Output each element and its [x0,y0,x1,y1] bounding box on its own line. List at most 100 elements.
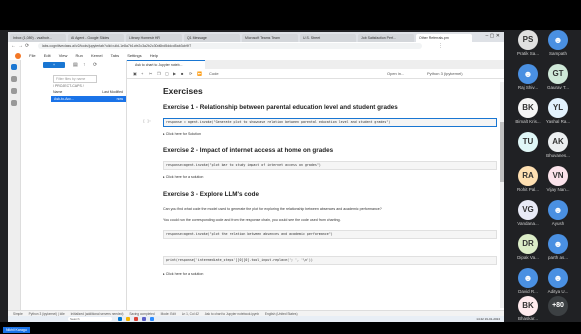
menu-run[interactable]: Run [75,53,82,58]
menu-file[interactable]: File [29,53,35,58]
participants-panel: PS Pratik Sa... ☻ Sampath ☻ Raj Shiv... … [510,30,581,330]
browser-tab[interactable]: Q1 Message [184,34,240,42]
refresh-icon[interactable]: ⟳ [93,62,97,68]
exercise-1-heading: Exercise 1 - Relationship between parent… [163,104,398,111]
edge-icon[interactable] [118,317,122,321]
paste-icon[interactable]: ▢ [165,69,169,78]
menu-settings[interactable]: Settings [127,53,141,58]
menu-edit[interactable]: Edit [44,53,51,58]
solution-toggle-ex1[interactable]: ▸ Click here for Solution [163,132,201,136]
file-browser: + ▤ ↑ ⟳ Filter files by name / PROJECT-C… [21,60,127,310]
more-participants-button[interactable]: +80 [548,296,568,316]
notebook-area: Ask to chart to Jupyter noteb... ▣ + ✂ ❐… [127,60,504,310]
participant-avatar[interactable]: DR [518,234,538,254]
shared-screen: Inbox (1,089) - vsalhotr... AI Agent - G… [8,32,504,322]
file-list-header: Name Last Modified [53,90,123,94]
taskbar-search[interactable]: Search [68,317,112,321]
clock-date: 19-01-2024 [484,317,500,321]
participant-avatar[interactable]: VN [548,166,568,186]
menu-help[interactable]: Help [150,53,158,58]
code-cell-ex2[interactable]: response=agent.invoke("plot bar to study… [163,161,497,170]
participant-avatar[interactable]: AK [548,132,568,152]
upload-icon[interactable]: ↑ [83,62,86,68]
browser-tab[interactable]: Inbox (1,089) - vsalhotr... [10,34,66,42]
participant-avatar[interactable]: ☻ [548,200,568,220]
address-input[interactable]: labs.cognitiveclass.ai/v2/tools/jupyterl… [38,43,422,49]
col-name[interactable]: Name [53,90,62,94]
explorer-icon[interactable] [126,317,130,321]
participant-name: David R... [518,289,538,294]
participant-avatar[interactable]: VG [518,200,538,220]
participant-avatar[interactable]: ☻ [548,234,568,254]
folder-icon[interactable] [11,64,17,70]
participant-name: parth as... [547,255,568,260]
breadcrumb[interactable]: / PROJECT-CAPS / [53,84,84,88]
stop-icon[interactable]: ■ [181,69,183,78]
menu-tabs[interactable]: Tabs [111,53,119,58]
menu-view[interactable]: View [59,53,68,58]
browser-tab[interactable]: Job Satisfaction Perf... [358,34,414,42]
new-folder-icon[interactable]: ▤ [73,62,78,68]
reload-icon[interactable]: ⟳ [25,43,29,49]
page-title: Exercises [163,86,203,96]
solution-toggle-ex3[interactable]: ▸ Click here for a solution [163,272,203,276]
presenter-name-label: Nikhil Karagu [3,327,30,333]
new-launcher-button[interactable]: + [43,62,65,68]
solution-toggle-ex2[interactable]: ▸ Click here for a solution [163,175,203,179]
scrollbar[interactable] [500,82,504,308]
chrome-icon[interactable] [134,317,138,321]
kernel-indicator[interactable]: Python 3 (ipykernel) [427,69,463,78]
extension-icon[interactable] [11,100,17,106]
col-modified[interactable]: Last Modified [102,90,123,94]
jupyter-logo-icon [15,52,21,59]
participant-avatar[interactable]: RA [518,166,538,186]
browser-tab-active[interactable]: Other Referrals.pm [416,34,472,42]
window-controls-icon[interactable]: – ▢ ✕ [486,33,500,39]
back-icon[interactable]: ← [11,43,16,49]
participant-name: Pratik Sa... [516,51,539,56]
running-icon[interactable] [11,76,17,82]
open-in-button[interactable]: Open in... [387,69,404,78]
code-cell-ex3b[interactable]: print(response['intermediate_steps'][0][… [163,256,497,265]
code-cell-ex1[interactable]: response = agent.invoke("Generate plot t… [163,118,497,127]
cell-type-select[interactable]: Code [209,69,219,78]
fast-forward-icon[interactable]: ⏩ [197,69,202,78]
teams-icon[interactable] [142,317,146,321]
participant-avatar[interactable]: ☻ [548,268,568,288]
bottom-black-bar [0,322,581,334]
code-cell-ex3a[interactable]: response=agent.invoke("plot the relation… [163,230,497,239]
browser-tab[interactable]: Library Homestr HR [126,34,182,42]
cut-icon[interactable]: ✂ [149,69,152,78]
participant-avatar[interactable]: ☻ [548,30,568,50]
restart-icon[interactable]: ⟳ [189,69,192,78]
exercise-3-text-1: Can you find what code the model used to… [163,207,382,211]
participant-avatar[interactable]: ☻ [518,64,538,84]
participant-name: Sampath [548,51,567,56]
participant-avatar[interactable]: PS [518,30,538,50]
participant-avatar[interactable]: TU [518,132,538,152]
browser-tab[interactable]: AI Agent - Google Slides [68,34,124,42]
notebook-content: Exercises Exercise 1 - Relationship betw… [127,80,499,308]
participant-avatar[interactable]: BK [518,98,538,118]
extensions-icon[interactable]: ⋮ [438,43,443,49]
zoom-icon[interactable] [150,317,154,321]
participant-avatar[interactable]: BK [518,296,538,316]
filter-files-input[interactable]: Filter files by name [53,75,97,83]
browser-tab[interactable]: Microsoft Teams Team [242,34,298,42]
forward-icon[interactable]: → [18,43,23,49]
file-name: Ask-to-Acc... [54,97,74,101]
list-item[interactable]: Ask-to-Acc... now [51,96,126,102]
run-icon[interactable]: ▶ [173,69,176,78]
participant-avatar[interactable]: YL [548,98,568,118]
scroll-thumb[interactable] [500,122,504,182]
participant-avatar[interactable]: ☻ [518,268,538,288]
exercise-3-text-2: You could run the corresponding code and… [163,218,341,222]
notebook-toolbar: ▣ + ✂ ❐ ▢ ▶ ■ ⟳ ⏩ Code Open in... Python… [127,69,504,79]
commands-icon[interactable] [11,88,17,94]
save-icon[interactable]: ▣ [133,69,137,78]
participant-avatar[interactable]: GT [548,64,568,84]
menu-kernel[interactable]: Kernel [91,53,103,58]
copy-icon[interactable]: ❐ [157,69,161,78]
browser-tab[interactable]: U.S. Street [300,34,356,42]
add-cell-icon[interactable]: + [141,69,143,78]
